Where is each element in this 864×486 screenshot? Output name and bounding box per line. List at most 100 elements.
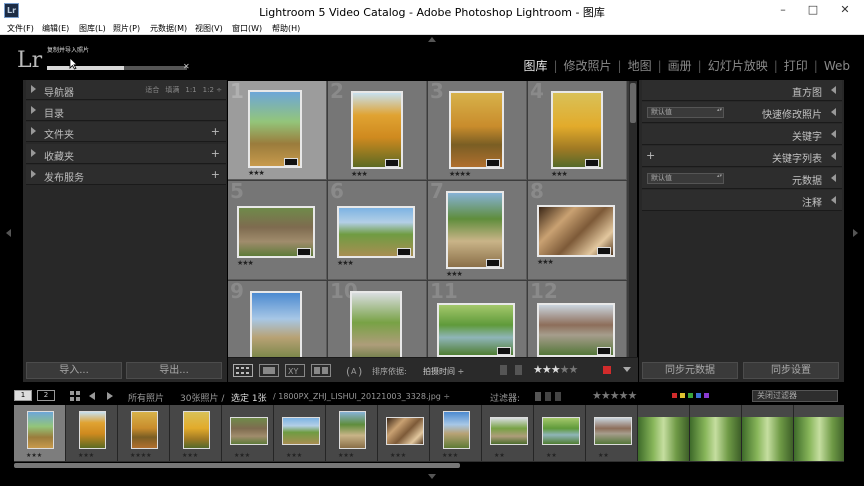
minimize-icon[interactable]: – <box>772 3 794 17</box>
color-label-swatch[interactable] <box>704 393 709 398</box>
photo-badge-icon[interactable] <box>497 347 511 355</box>
flag-pick-icon[interactable] <box>500 365 507 375</box>
panel-keyword-list[interactable]: + 关键字列表 <box>642 146 842 167</box>
filmstrip-photo[interactable] <box>794 417 844 461</box>
panel-metadata[interactable]: 默认值 元数据 <box>642 168 842 189</box>
filmstrip-thumb[interactable]: ★★ <box>534 405 586 461</box>
photo-thumbnail[interactable] <box>449 91 504 169</box>
color-label-swatch[interactable] <box>672 393 677 398</box>
grid-scrollbar[interactable] <box>629 81 637 357</box>
filmstrip-photo[interactable] <box>386 417 424 445</box>
filmstrip-thumb[interactable]: ★★★ <box>430 405 482 461</box>
export-button[interactable]: 导出... <box>126 362 222 379</box>
filmstrip-photo[interactable] <box>542 417 580 445</box>
grid-cell[interactable]: 6 ★★★ <box>328 179 427 280</box>
photo-rating[interactable]: ★★★ <box>551 170 568 178</box>
filmstrip-thumb[interactable] <box>638 405 690 461</box>
color-label-swatch[interactable] <box>688 393 693 398</box>
back-arrow-icon[interactable] <box>89 392 95 400</box>
main-window-button[interactable]: 1 <box>14 390 32 401</box>
left-panel-toggle-icon[interactable] <box>6 229 11 237</box>
photo-badge-icon[interactable] <box>297 248 311 256</box>
panel-keywording[interactable]: 关键字 <box>642 124 842 145</box>
grid-cell[interactable]: 9 <box>228 279 327 357</box>
grid-cell[interactable]: 10 <box>328 279 427 357</box>
filmstrip-thumb[interactable]: ★★★ <box>170 405 222 461</box>
grid-scrollbar-thumb[interactable] <box>630 83 636 123</box>
menu-edit[interactable]: 编辑(E) <box>42 23 69 34</box>
grid-cell[interactable]: 11 <box>428 279 527 357</box>
photo-badge-icon[interactable] <box>597 247 611 255</box>
photo-rating[interactable]: ★★★ <box>237 259 254 267</box>
filter-flags-icon[interactable] <box>533 391 587 402</box>
filmstrip-thumb[interactable]: ★★★ <box>14 405 66 461</box>
photo-rating[interactable]: ★★★ <box>537 258 554 266</box>
panel-histogram[interactable]: 直方图 <box>642 80 842 101</box>
preset-select[interactable]: 默认值 <box>647 173 724 184</box>
photo-rating[interactable]: ★★★ <box>248 169 265 177</box>
compare-view-icon[interactable]: XY <box>285 364 305 377</box>
photo-thumbnail[interactable] <box>446 191 504 269</box>
grid-cell[interactable]: 3 ★★★★ <box>428 81 527 180</box>
photo-rating[interactable]: ★★★★ <box>449 170 471 178</box>
panel-folders[interactable]: 文件夹 + <box>26 122 226 142</box>
maximize-icon[interactable]: □ <box>802 3 824 17</box>
module-library[interactable]: 图库 <box>523 57 547 74</box>
module-map[interactable]: 地图 <box>628 57 652 74</box>
color-label-swatch[interactable] <box>680 393 685 398</box>
menu-file[interactable]: 文件(F) <box>7 23 34 34</box>
module-slideshow[interactable]: 幻灯片放映 <box>708 57 768 74</box>
right-panel-toggle-icon[interactable] <box>853 229 858 237</box>
panel-quick-develop[interactable]: 默认值 快速修改照片 <box>642 102 842 123</box>
filmstrip-scrollbar[interactable] <box>14 463 460 468</box>
top-panel-toggle-icon[interactable] <box>428 37 436 42</box>
grid-cell[interactable]: 2 ★★★ <box>328 81 427 180</box>
menu-metadata[interactable]: 元数据(M) <box>150 23 187 34</box>
loupe-view-icon[interactable] <box>259 364 279 377</box>
add-folder-icon[interactable]: + <box>211 125 220 138</box>
preset-select[interactable]: 默认值 <box>647 107 724 118</box>
panel-navigator[interactable]: 导航器 适合 填满 1:1 1:2 ÷ <box>26 80 226 100</box>
photo-thumbnail[interactable] <box>551 91 603 169</box>
module-web[interactable]: Web <box>824 59 850 73</box>
grid-cell[interactable]: 7 ★★★ <box>428 179 527 280</box>
module-book[interactable]: 画册 <box>668 57 692 74</box>
filmstrip-photo[interactable] <box>638 417 689 461</box>
filmstrip-thumb[interactable]: ★★★ <box>222 405 274 461</box>
filmstrip-thumb[interactable]: ★★★★ <box>118 405 170 461</box>
filmstrip-photo[interactable] <box>27 411 54 449</box>
add-collection-icon[interactable]: + <box>211 147 220 160</box>
filmstrip-thumb[interactable] <box>742 405 794 461</box>
toolbar-menu-chevron-icon[interactable] <box>623 367 631 372</box>
panel-catalog[interactable]: 目录 <box>26 101 226 121</box>
sort-dropdown[interactable]: 拍摄时间 ÷ <box>423 366 464 377</box>
photo-badge-icon[interactable] <box>486 259 500 267</box>
import-button[interactable]: 导入... <box>26 362 122 379</box>
photo-thumbnail[interactable] <box>248 90 302 168</box>
photo-badge-icon[interactable] <box>397 248 411 256</box>
filmstrip-photo[interactable] <box>183 411 210 449</box>
filmstrip-thumb[interactable] <box>690 405 742 461</box>
filmstrip-photo[interactable] <box>742 417 793 461</box>
secondary-window-button[interactable]: 2 <box>37 390 55 401</box>
filmstrip-photo[interactable] <box>594 417 632 445</box>
menu-help[interactable]: 帮助(H) <box>272 23 300 34</box>
panel-comments[interactable]: 注释 <box>642 190 842 211</box>
filmstrip-photo[interactable] <box>490 417 528 445</box>
forward-arrow-icon[interactable] <box>107 392 113 400</box>
zoom-fit[interactable]: 适合 <box>145 86 159 94</box>
filmstrip-photo[interactable] <box>339 411 366 449</box>
panel-collections[interactable]: 收藏夹 + <box>26 144 226 164</box>
source-label[interactable]: 所有照片 <box>128 391 164 404</box>
filmstrip-thumb[interactable]: ★★ <box>482 405 534 461</box>
survey-view-icon[interactable] <box>311 364 331 377</box>
menu-view[interactable]: 视图(V) <box>195 23 223 34</box>
filmstrip-photo[interactable] <box>79 411 106 449</box>
photo-badge-icon[interactable] <box>284 158 298 166</box>
filter-stars[interactable]: ★★★★★ <box>592 389 637 402</box>
photo-badge-icon[interactable] <box>597 347 611 355</box>
grid-cell[interactable]: 4 ★★★ <box>528 81 627 180</box>
photo-badge-icon[interactable] <box>486 159 500 167</box>
sort-direction-icon[interactable]: (A) <box>346 363 366 378</box>
filmstrip-toggle-icon[interactable] <box>428 474 436 479</box>
